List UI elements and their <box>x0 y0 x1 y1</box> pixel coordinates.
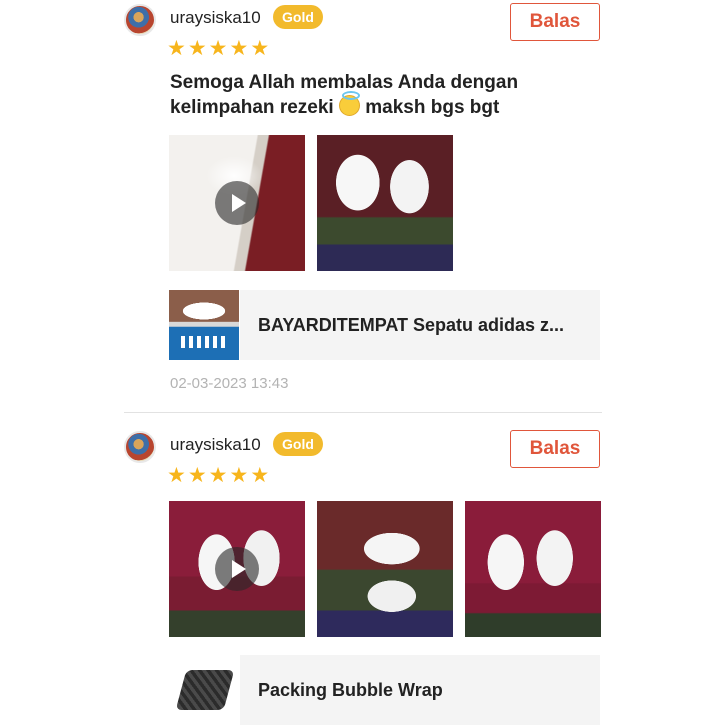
star-icon: ★ <box>187 37 207 60</box>
review-photo[interactable] <box>317 501 453 637</box>
avatar[interactable] <box>124 431 156 463</box>
star-rating: ★ ★ ★ ★ ★ <box>167 465 269 486</box>
play-icon[interactable] <box>215 181 259 225</box>
product-link[interactable]: BAYARDITEMPAT Sepatu adidas z... <box>240 290 600 360</box>
star-icon: ★ <box>167 37 186 60</box>
halo-smile-emoji-icon <box>338 91 360 116</box>
review-timestamp: 02-03-2023 13:43 <box>170 375 289 392</box>
comment-text: maksh bgs bgt <box>359 97 500 118</box>
gold-badge: Gold <box>273 5 323 29</box>
username[interactable]: uraysiska10 <box>170 435 261 455</box>
review-video[interactable] <box>169 135 305 271</box>
star-icon: ★ <box>250 464 270 487</box>
avatar[interactable] <box>124 4 156 36</box>
star-icon: ★ <box>229 464 249 487</box>
product-thumbnail[interactable] <box>169 290 239 360</box>
gold-badge: Gold <box>273 432 323 456</box>
product-thumbnail[interactable] <box>169 656 239 726</box>
star-icon: ★ <box>229 37 249 60</box>
star-icon: ★ <box>167 464 186 487</box>
review-photo[interactable] <box>317 135 453 271</box>
star-icon: ★ <box>208 464 228 487</box>
reply-button[interactable]: Balas <box>510 430 600 468</box>
username[interactable]: uraysiska10 <box>170 8 261 28</box>
play-icon[interactable] <box>215 547 259 591</box>
review-photo[interactable] <box>465 501 601 637</box>
product-link[interactable]: Packing Bubble Wrap <box>240 655 600 725</box>
star-icon: ★ <box>208 37 228 60</box>
review-comment: Semoga Allah membalas Anda dengan kelimp… <box>170 71 590 120</box>
review-video[interactable] <box>169 501 305 637</box>
reply-button[interactable]: Balas <box>510 3 600 41</box>
star-rating: ★ ★ ★ ★ ★ <box>167 38 269 59</box>
review-divider <box>124 412 602 413</box>
star-icon: ★ <box>250 37 270 60</box>
star-icon: ★ <box>187 464 207 487</box>
product-name: BAYARDITEMPAT Sepatu adidas z... <box>258 315 565 335</box>
product-name: Packing Bubble Wrap <box>258 680 443 700</box>
